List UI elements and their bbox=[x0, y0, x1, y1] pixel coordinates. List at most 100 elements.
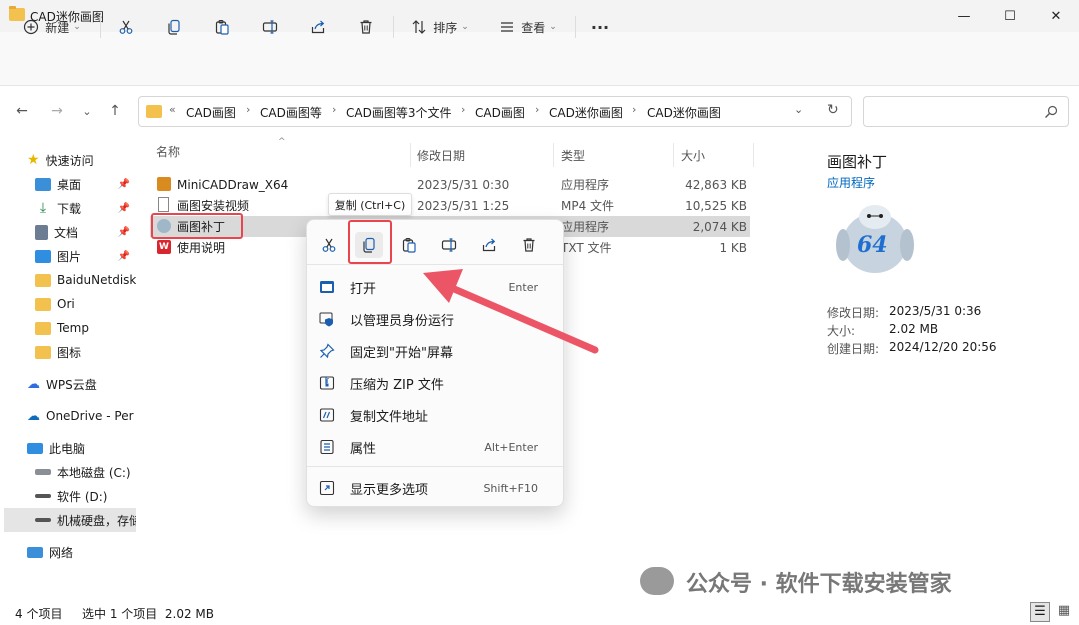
sidebar-item-this-pc[interactable]: 此电脑 bbox=[0, 436, 136, 460]
menu-item-label: 压缩为 ZIP 文件 bbox=[350, 377, 444, 393]
menu-item-label: 打开 bbox=[350, 281, 377, 297]
breadcrumb-item-current[interactable]: CAD迷你画图 bbox=[647, 104, 721, 121]
folder-icon bbox=[35, 273, 51, 287]
breadcrumb-item[interactable]: CAD迷你画图 bbox=[549, 104, 623, 121]
menu-item-compress-zip[interactable]: 压缩为 ZIP 文件 bbox=[312, 368, 552, 398]
sidebar-item-label: 下载 bbox=[57, 201, 82, 216]
sidebar-item-quick-access[interactable]: ★ 快速访问 bbox=[0, 148, 136, 172]
rename-icon bbox=[262, 20, 278, 34]
minimize-button[interactable]: — bbox=[941, 0, 987, 32]
folder-icon bbox=[35, 297, 51, 311]
menu-item-properties[interactable]: 属性 Alt+Enter bbox=[312, 432, 552, 462]
document-icon bbox=[35, 224, 48, 240]
forward-button[interactable]: → bbox=[46, 100, 68, 122]
column-divider[interactable] bbox=[673, 143, 674, 167]
sidebar-item-label: Ori bbox=[57, 297, 75, 311]
breadcrumb-item[interactable]: CAD画图等 bbox=[260, 104, 322, 121]
new-label: 新建 bbox=[45, 20, 70, 35]
column-divider[interactable] bbox=[753, 143, 754, 167]
more-options-button[interactable]: ··· bbox=[587, 12, 613, 42]
item-count: 4 个项目 bbox=[15, 607, 63, 621]
sidebar-item-network[interactable]: 网络 bbox=[0, 540, 136, 564]
sort-icon bbox=[412, 20, 426, 34]
context-share-button[interactable] bbox=[475, 232, 503, 258]
column-divider[interactable] bbox=[410, 143, 411, 167]
breadcrumb-item[interactable]: CAD画图等3个文件 bbox=[346, 104, 451, 121]
column-header-name[interactable]: 名称 bbox=[156, 143, 180, 160]
rename-button[interactable] bbox=[257, 12, 283, 42]
copy-tooltip: 复制 (Ctrl+C) bbox=[328, 193, 412, 216]
search-icon bbox=[1045, 105, 1058, 118]
column-header-date[interactable]: 修改日期 bbox=[417, 147, 465, 164]
file-type: 应用程序 bbox=[561, 178, 610, 192]
copy-button[interactable] bbox=[161, 12, 187, 42]
sidebar-item-drive-d[interactable]: 软件 (D:) bbox=[0, 484, 136, 508]
search-input[interactable] bbox=[863, 96, 1069, 127]
back-button[interactable]: ← bbox=[11, 100, 33, 122]
file-row[interactable]: MiniCADDraw_X64 2023/5/31 0:30 应用程序 42,8… bbox=[150, 174, 750, 195]
watermark-text: 公众号 · 软件下载安装管家 bbox=[686, 572, 952, 597]
view-label: 查看 bbox=[521, 20, 546, 35]
sidebar-item-downloads[interactable]: ⤓ 下载 📌 bbox=[0, 196, 136, 220]
pin-icon: 📌 bbox=[117, 250, 130, 262]
sidebar-item-icons[interactable]: 图标 bbox=[0, 340, 136, 364]
folder-icon bbox=[35, 345, 51, 359]
sidebar-item-documents[interactable]: 文档 📌 bbox=[0, 220, 136, 244]
recent-locations-button[interactable]: ⌄ bbox=[76, 100, 98, 122]
sidebar-item-temp[interactable]: Temp bbox=[0, 316, 136, 340]
context-cut-button[interactable] bbox=[315, 232, 343, 258]
menu-item-show-more-options[interactable]: 显示更多选项 Shift+F10 bbox=[312, 473, 552, 503]
up-button[interactable]: ↑ bbox=[104, 100, 126, 122]
share-button[interactable] bbox=[305, 12, 331, 42]
share-icon bbox=[482, 238, 496, 252]
trash-icon bbox=[360, 20, 372, 34]
context-paste-button[interactable] bbox=[395, 232, 423, 258]
sidebar-item-onedrive[interactable]: ☁ OneDrive - Per bbox=[0, 404, 136, 428]
paste-button[interactable] bbox=[209, 12, 235, 42]
cut-button[interactable] bbox=[113, 12, 139, 42]
address-dropdown-button[interactable]: ⌄ bbox=[794, 103, 803, 116]
drive-icon bbox=[35, 494, 51, 498]
context-delete-button[interactable] bbox=[515, 232, 543, 258]
file-type: MP4 文件 bbox=[561, 199, 615, 213]
sidebar-item-wps-cloud[interactable]: ☁ WPS云盘 bbox=[0, 372, 136, 396]
file-type: TXT 文件 bbox=[561, 241, 612, 255]
shield-icon bbox=[318, 311, 336, 327]
menu-item-copy-path[interactable]: 复制文件地址 bbox=[312, 400, 552, 430]
sidebar-item-pictures[interactable]: 图片 📌 bbox=[0, 244, 136, 268]
properties-icon bbox=[318, 439, 336, 455]
menu-divider bbox=[307, 466, 563, 467]
maximize-button[interactable]: ☐ bbox=[987, 0, 1033, 32]
close-button[interactable]: ✕ bbox=[1033, 0, 1079, 32]
expand-icon bbox=[318, 480, 336, 496]
new-button[interactable]: 新建 ⌄ bbox=[16, 12, 88, 42]
tiles-view-button[interactable]: ▦ bbox=[1054, 602, 1074, 622]
column-divider[interactable] bbox=[553, 143, 554, 167]
chevron-down-icon: ⌄ bbox=[549, 22, 557, 32]
column-header-type[interactable]: 类型 bbox=[561, 147, 585, 164]
detail-label: 修改日期: bbox=[827, 306, 880, 320]
sidebar-item-ori[interactable]: Ori bbox=[0, 292, 136, 316]
refresh-button[interactable]: ↻ bbox=[827, 102, 839, 118]
sidebar-item-baidunetdisk[interactable]: BaiduNetdisk bbox=[0, 268, 136, 292]
computer-icon bbox=[27, 442, 43, 454]
breadcrumb-item[interactable]: CAD画图 bbox=[475, 104, 525, 121]
column-header-size[interactable]: 大小 bbox=[681, 147, 705, 164]
delete-button[interactable] bbox=[353, 12, 379, 42]
sidebar-item-label: 软件 (D:) bbox=[57, 489, 108, 504]
details-view-button[interactable]: ☰ bbox=[1030, 602, 1050, 622]
sidebar-item-label: 文档 bbox=[54, 225, 79, 240]
detail-value: 2023/5/31 0:36 bbox=[889, 304, 982, 318]
view-button[interactable]: 查看 ⌄ bbox=[494, 12, 562, 42]
sidebar-item-desktop[interactable]: 桌面 📌 bbox=[0, 172, 136, 196]
breadcrumb-item[interactable]: CAD画图 bbox=[186, 104, 236, 121]
plus-circle-icon bbox=[24, 19, 39, 35]
file-icon bbox=[158, 197, 169, 212]
breadcrumb-overflow[interactable]: « bbox=[169, 103, 176, 116]
download-icon: ⤓ bbox=[39, 200, 47, 216]
sort-button[interactable]: 排序 ⌄ bbox=[406, 12, 474, 42]
copy-icon bbox=[168, 19, 180, 35]
context-rename-button[interactable] bbox=[435, 232, 463, 258]
sidebar-item-drive-c[interactable]: 本地磁盘 (C:) bbox=[0, 460, 136, 484]
sidebar-item-hdd[interactable]: 机械硬盘，存储 bbox=[4, 508, 136, 532]
